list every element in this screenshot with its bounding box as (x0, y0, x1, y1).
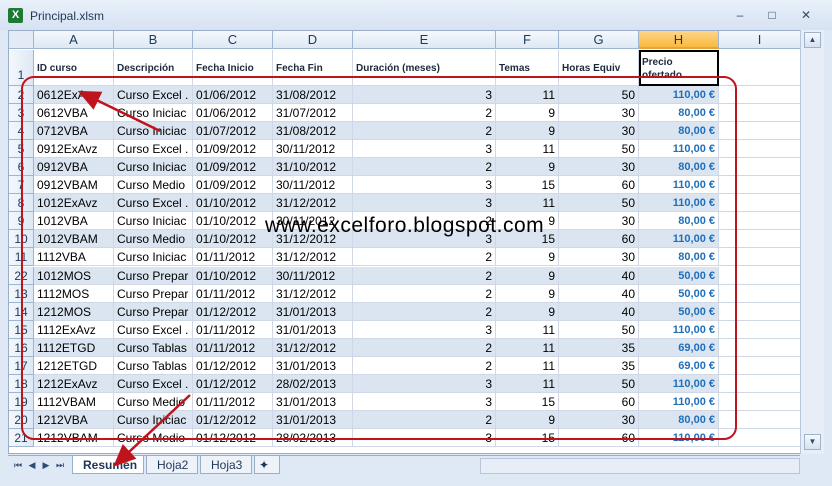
annotation-overlay (21, 76, 737, 467)
arrow-to-id (77, 90, 161, 133)
highlight-rectangle (21, 76, 737, 440)
arrow-to-tab (113, 394, 191, 467)
